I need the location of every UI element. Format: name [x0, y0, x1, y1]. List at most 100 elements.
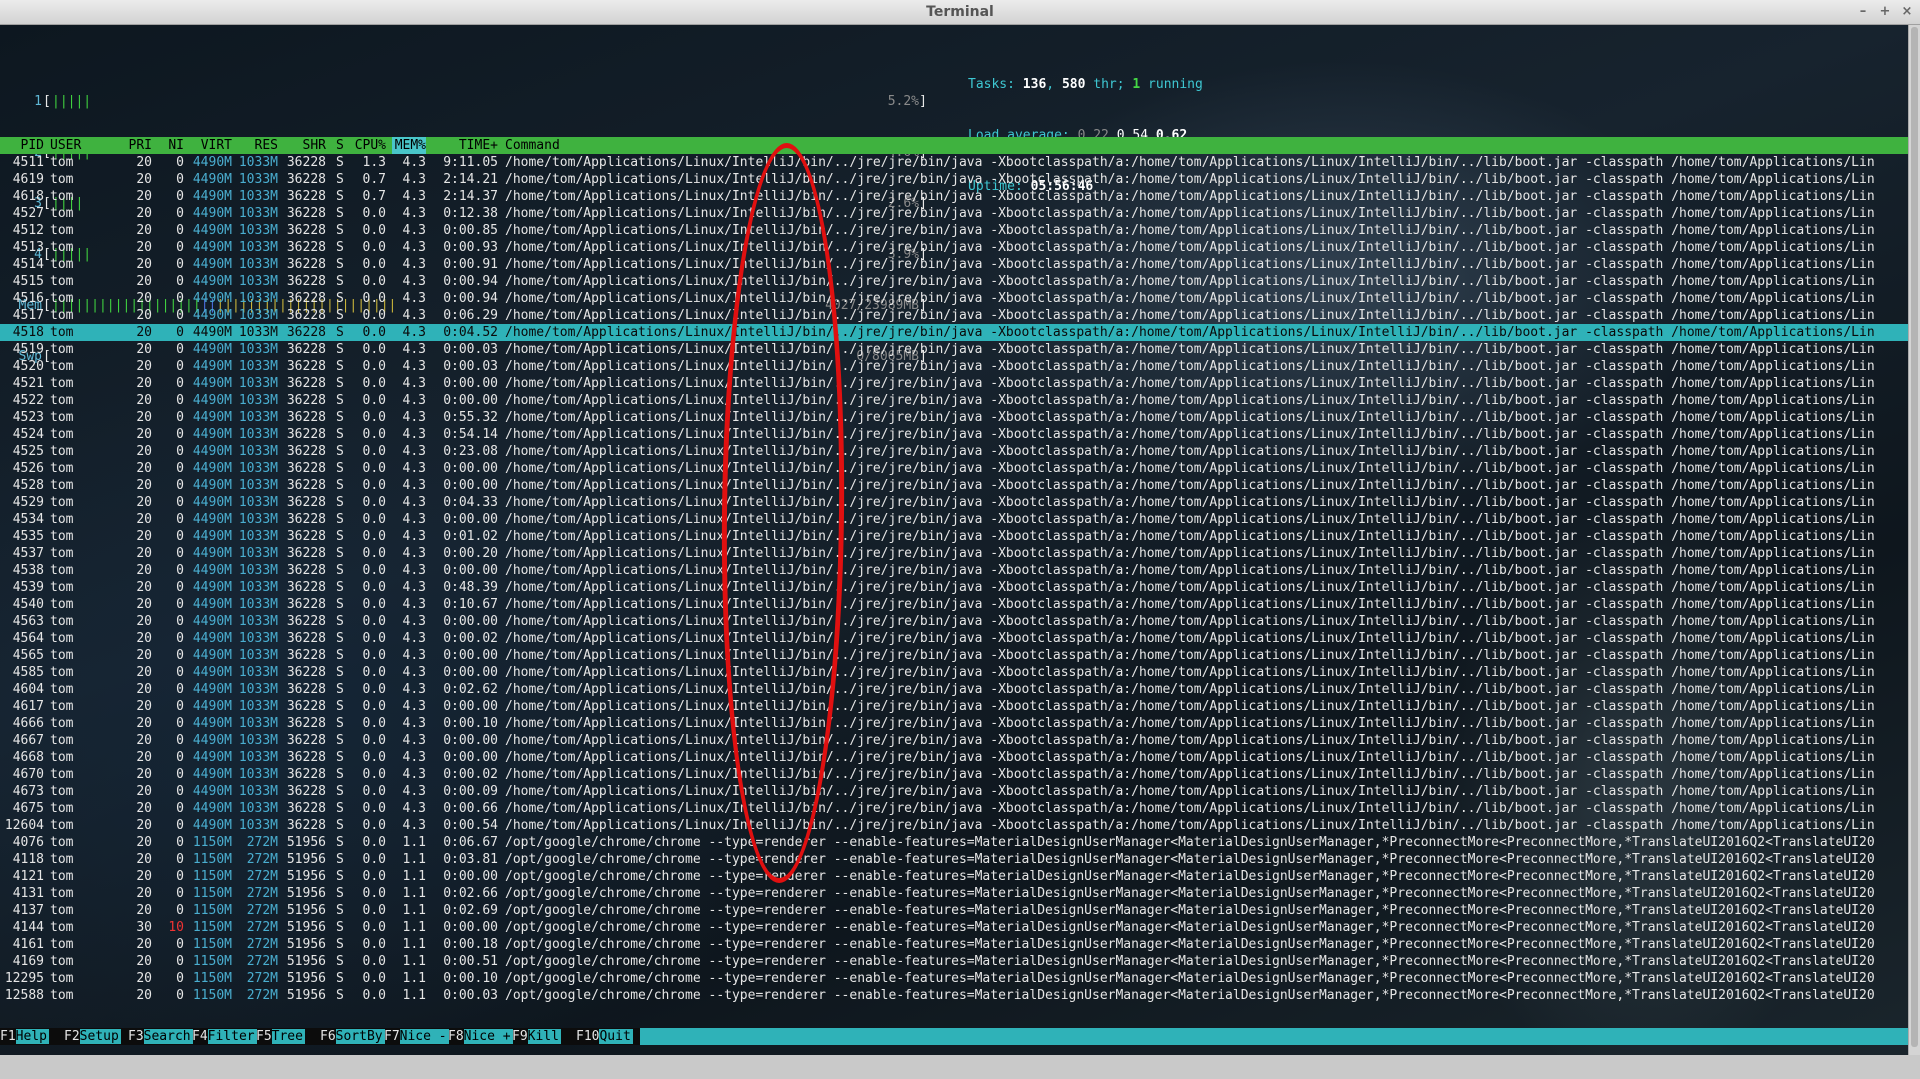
table-row[interactable]: 4515 tom 20 0 4490M 1033M 36228 S 0.0 4.3 0:00.94 /… — [0, 273, 1908, 290]
col-shr[interactable]: SHR — [286, 137, 326, 154]
scrollbar-thumb[interactable] — [1911, 27, 1918, 1047]
table-row[interactable]: 4667 tom 20 0 4490M 1033M 36228 S 0.0 4.3 0:00.00 /… — [0, 732, 1908, 749]
maximize-icon[interactable]: + — [1878, 0, 1892, 24]
table-row[interactable]: 4604 tom 20 0 4490M 1033M 36228 S 0.0 4.3 0:02.62 /… — [0, 681, 1908, 698]
fkey-filter-button[interactable]: F4Filter — [192, 1028, 257, 1045]
table-row[interactable]: 4076 tom 20 0 1150M 272M 51956 S 0.0 1.1 0:06.67/o… — [0, 834, 1908, 851]
process-time: 0:04.33 — [443, 495, 498, 510]
table-row[interactable]: 4619 tom 20 0 4490M 1033M 36228 S 0.7 4.3 2:14.21 /… — [0, 171, 1908, 188]
table-row[interactable]: 4516 tom 20 0 4490M 1033M 36228 S 0.0 4.3 0:00.94 /… — [0, 290, 1908, 307]
col-res[interactable]: RES — [238, 137, 278, 154]
table-row[interactable]: 12604 tom 20 0 4490M 1033M 36228 S 0.0 4.3 0:00.54… — [0, 817, 1908, 834]
process-priority: 20 — [136, 563, 152, 578]
col-virt[interactable]: VIRT — [192, 137, 232, 154]
table-row[interactable]: 4144 tom 30 10 1150M 272M 51956 S 0.0 1.1 0:00.00 /… — [0, 919, 1908, 936]
fkey-quit-button[interactable]: F10Quit — [576, 1028, 633, 1045]
table-row[interactable]: 4517 tom 20 0 4490M 1033M 36228 S 0.0 4.3 0:06.29 /… — [0, 307, 1908, 324]
fkey-sortby-button[interactable]: F6SortBy — [320, 1028, 385, 1045]
table-row[interactable]: 4523 tom 20 0 4490M 1033M 36228 S 0.0 4.3 0:55.32 /… — [0, 409, 1908, 426]
process-cpu: 0.0 — [362, 257, 386, 272]
table-row[interactable]: 4161 tom 20 0 1150M 272M 51956 S 0.0 1.1 0:00.18/o… — [0, 936, 1908, 953]
scrollbar[interactable] — [1908, 25, 1920, 1055]
table-row[interactable]: 12295 tom 20 0 1150M 272M 51956 S 0.0 1.1 0:00.10 /… — [0, 970, 1908, 987]
table-row[interactable]: 4520 tom 20 0 4490M 1033M 36228 S 0.0 4.3 0:00.03 /… — [0, 358, 1908, 375]
table-row[interactable]: 4618 tom 20 0 4490M 1033M 36228 S 0.7 4.3 2:14.37 /… — [0, 188, 1908, 205]
process-state: S — [336, 886, 344, 901]
process-mem: 1.1 — [402, 886, 426, 901]
fkey-kill-button[interactable]: F9Kill — [512, 1028, 561, 1045]
col-user[interactable]: USER — [50, 137, 81, 154]
table-row[interactable]: 4540 tom 20 0 4490M 1033M 36228 S 0.0 4.3 0:10.67 /… — [0, 596, 1908, 613]
table-row[interactable]: 4673 tom 20 0 4490M 1033M 36228 S 0.0 4.3 0:00.09 /… — [0, 783, 1908, 800]
table-row[interactable]: 4513 tom 20 0 4490M 1033M 36228 S 0.0 4.3 0:00.93 /… — [0, 239, 1908, 256]
table-row[interactable]: 4539 tom 20 0 4490M 1033M 36228 S 0.0 4.3 0:48.39 /… — [0, 579, 1908, 596]
process-cpu: 0.0 — [362, 852, 386, 867]
col-command[interactable]: Command — [505, 137, 560, 154]
minimize-icon[interactable]: – — [1856, 0, 1870, 24]
fkey-tree-button[interactable]: F5Tree — [256, 1028, 305, 1045]
process-command: /home/tom/Applications/Linux/IntelliJ/bi… — [505, 733, 1875, 748]
process-time: 0:00.03 — [443, 342, 498, 357]
table-row[interactable]: 4617 tom 20 0 4490M 1033M 36228 S 0.0 4.3 0:00.00 /… — [0, 698, 1908, 715]
col-pri[interactable]: PRI — [128, 137, 152, 154]
table-row[interactable]: 4666 tom 20 0 4490M 1033M 36228 S 0.0 4.3 0:00.10 /… — [0, 715, 1908, 732]
col-state[interactable]: S — [336, 137, 344, 154]
close-icon[interactable]: × — [1900, 0, 1914, 24]
fkey-search-button[interactable]: F3Search — [128, 1028, 193, 1045]
table-row[interactable]: 4137 tom 20 0 1150M 272M 51956 S 0.0 1.1 0:02.69/o… — [0, 902, 1908, 919]
table-row[interactable]: 4118 tom 20 0 1150M 272M 51956 S 0.0 1.1 0:03.81/o… — [0, 851, 1908, 868]
table-row[interactable]: 4535 tom 20 0 4490M 1033M 36228 S 0.0 4.3 0:01.02 /… — [0, 528, 1908, 545]
table-row[interactable]: 4121 tom 20 0 1150M 272M 51956 S 0.0 1.1 0:00.00/o… — [0, 868, 1908, 885]
table-row[interactable]: 4563 tom 20 0 4490M 1033M 36228 S 0.0 4.3 0:00.00 /… — [0, 613, 1908, 630]
table-row[interactable]: 4512 tom 20 0 4490M 1033M 36228 S 0.0 4.3 0:00.85 /… — [0, 222, 1908, 239]
table-row[interactable]: 4525 tom 20 0 4490M 1033M 36228 S 0.0 4.3 0:23.08 /… — [0, 443, 1908, 460]
fkey-nice-button[interactable]: F8Nice + — [448, 1028, 513, 1045]
process-nice: 0 — [176, 444, 184, 459]
process-virt: 1150M — [192, 852, 232, 867]
process-res: 272M — [246, 954, 278, 969]
table-row[interactable]: 4524 tom 20 0 4490M 1033M 36228 S 0.0 4.3 0:54.14 /… — [0, 426, 1908, 443]
process-cpu: 0.0 — [362, 682, 386, 697]
col-time[interactable]: TIME+ — [432, 137, 498, 154]
table-row[interactable]: 4537 tom 20 0 4490M 1033M 36228 S 0.0 4.3 0:00.20 /… — [0, 545, 1908, 562]
table-row[interactable]: 4131 tom 20 0 1150M 272M 51956 S 0.0 1.1 0:02.66/o… — [0, 885, 1908, 902]
col-ni[interactable]: NI — [164, 137, 184, 154]
process-cpu: 0.0 — [362, 733, 386, 748]
table-row[interactable]: 4564 tom 20 0 4490M 1033M 36228 S 0.0 4.3 0:00.02 /… — [0, 630, 1908, 647]
process-time: 0:06.29 — [443, 308, 498, 323]
fkey-help-button[interactable]: F1Help — [0, 1028, 49, 1045]
table-row[interactable]: 4521 tom 20 0 4490M 1033M 36228 S 0.0 4.3 0:00.00 /… — [0, 375, 1908, 392]
table-row[interactable]: 4565 tom 20 0 4490M 1033M 36228 S 0.0 4.3 0:00.00 /… — [0, 647, 1908, 664]
process-priority: 20 — [136, 427, 152, 442]
fkey-nice-button[interactable]: F7Nice - — [384, 1028, 449, 1045]
table-row[interactable]: 4668 tom 20 0 4490M 1033M 36228 S 0.0 4.3 0:00.00 /… — [0, 749, 1908, 766]
title-bar[interactable]: Terminal – + × — [0, 0, 1920, 25]
table-row[interactable]: 4511 tom 20 0 4490M 1033M 36228 S 1.3 4.3 9:11.05 /… — [0, 154, 1908, 171]
process-user: tom — [50, 376, 74, 391]
table-row[interactable]: 4526 tom 20 0 4490M 1033M 36228 S 0.0 4.3 0:00.00 /… — [0, 460, 1908, 477]
table-row[interactable]: 4675 tom 20 0 4490M 1033M 36228 S 0.0 4.3 0:00.66 /… — [0, 800, 1908, 817]
table-row[interactable]: 4534 tom 20 0 4490M 1033M 36228 S 0.0 4.3 0:00.00 /… — [0, 511, 1908, 528]
table-row[interactable]: 4585 tom 20 0 4490M 1033M 36228 S 0.0 4.3 0:00.00 /… — [0, 664, 1908, 681]
table-row[interactable]: 4670 tom 20 0 4490M 1033M 36228 S 0.0 4.3 0:00.02 /… — [0, 766, 1908, 783]
col-mem[interactable]: MEM% — [392, 137, 426, 154]
table-row[interactable]: 4519 tom 20 0 4490M 1033M 36228 S 0.0 4.3 0:00.03 /… — [0, 341, 1908, 358]
table-row[interactable]: 4528 tom 20 0 4490M 1033M 36228 S 0.0 4.3 0:00.00 /… — [0, 477, 1908, 494]
col-cpu[interactable]: CPU% — [352, 137, 386, 154]
process-virt: 4490M — [192, 614, 232, 629]
table-row[interactable]: 4527 tom 20 0 4490M 1033M 36228 S 0.0 4.3 0:12.38 /… — [0, 205, 1908, 222]
process-res: 1033M — [238, 478, 278, 493]
table-row[interactable]: 4514 tom 20 0 4490M 1033M 36228 S 0.0 4.3 0:00.91 /… — [0, 256, 1908, 273]
process-state: S — [336, 461, 344, 476]
process-res: 1033M — [238, 767, 278, 782]
table-row-selected[interactable]: 4518 tom 20 0 4490M 1033M 36228 S 0.0 4.3 0:04.52 /… — [0, 324, 1908, 341]
col-pid[interactable]: PID — [0, 137, 44, 154]
table-row[interactable]: 12588 tom 20 0 1150M 272M 51956 S 0.0 1.1 0:00.03 /… — [0, 987, 1908, 1004]
process-pid: 4517 — [12, 308, 44, 323]
fkey-setup-button[interactable]: F2Setup — [64, 1028, 121, 1045]
table-row[interactable]: 4538 tom 20 0 4490M 1033M 36228 S 0.0 4.3 0:00.00 /… — [0, 562, 1908, 579]
table-row[interactable]: 4169 tom 20 0 1150M 272M 51956 S 0.0 1.1 0:00.51/o… — [0, 953, 1908, 970]
process-user: tom — [50, 325, 74, 340]
table-row[interactable]: 4529 tom 20 0 4490M 1033M 36228 S 0.0 4.3 0:04.33 /… — [0, 494, 1908, 511]
table-row[interactable]: 4522 tom 20 0 4490M 1033M 36228 S 0.0 4.3 0:00.00 /… — [0, 392, 1908, 409]
